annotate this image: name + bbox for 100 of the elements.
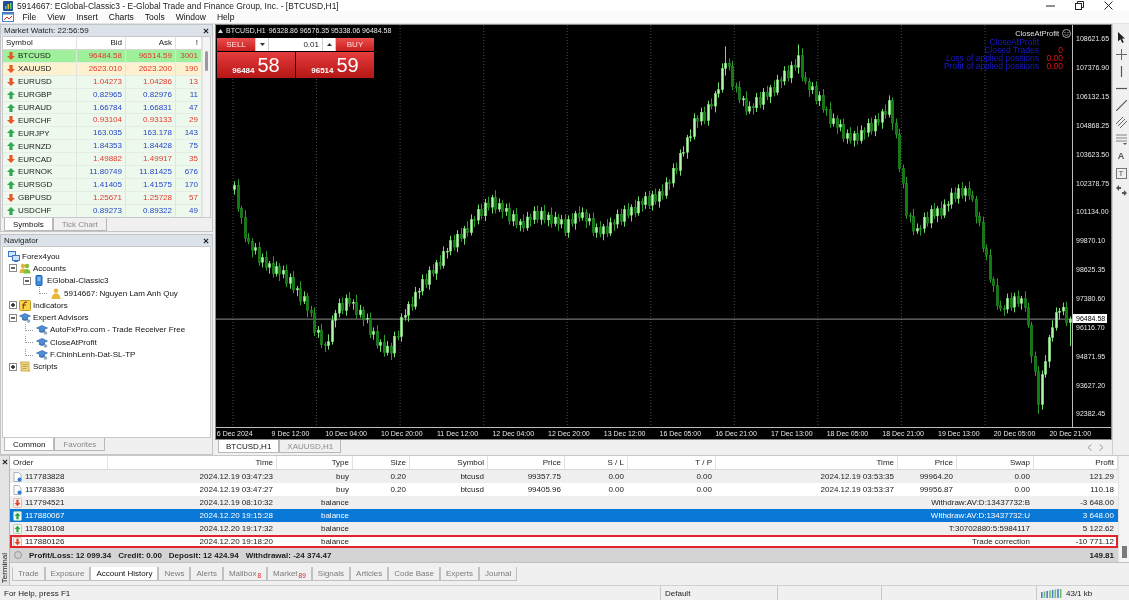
tree-item[interactable]: Forex4you [22, 250, 60, 262]
text-tool[interactable]: A [1115, 151, 1127, 162]
chart-tab[interactable]: BTCUSD,H1 [218, 440, 280, 453]
scrollbar-thumb[interactable] [205, 51, 208, 71]
column-header[interactable]: Symbol [410, 456, 488, 469]
hat-icon [36, 349, 48, 360]
tree-item[interactable]: Accounts [33, 262, 66, 274]
terminal-tab[interactable]: Trade [12, 567, 45, 581]
minus-box-icon[interactable] [9, 264, 17, 273]
scrollbar-track[interactable] [202, 37, 210, 217]
terminal-tab[interactable]: Signals [311, 567, 351, 581]
terminal-tab[interactable]: Experts [439, 567, 479, 581]
lot-size-field[interactable]: 0.01 [269, 38, 322, 51]
menu-item[interactable]: Insert [71, 11, 104, 23]
tree-item[interactable]: EGlobal-Classic3 [47, 275, 109, 287]
monitor-icon [8, 250, 20, 262]
terminal-tab[interactable]: Account History [90, 567, 159, 581]
close-icon[interactable] [203, 237, 209, 244]
tree-item[interactable]: Indicators [33, 299, 68, 311]
table-cell-text: 0.00 [607, 471, 625, 483]
tree-item[interactable]: CloseAtProfit [50, 336, 97, 348]
expert-value: 0 [1058, 45, 1063, 55]
candlestick [473, 216, 476, 228]
plus-box-icon[interactable] [9, 362, 17, 371]
crosshair-icon[interactable] [1115, 49, 1127, 60]
table-row[interactable]: 117783828 2024.12.19 03:47:23 buy 0.20 btcusd 99357.75 0.00 0.00 2024.12.19 03:53:35 99964.20 0.00 121.29 [10, 470, 1118, 483]
trend-line-icon[interactable] [1115, 100, 1127, 111]
sell-price-button[interactable]: 96484 58 [217, 52, 295, 78]
column-header[interactable]: Price [898, 456, 957, 469]
terminal-tab[interactable]: Exposure [44, 567, 91, 581]
menu-item[interactable]: Window [170, 11, 212, 23]
scrollbar-track[interactable] [1118, 456, 1129, 562]
column-header[interactable]: Price [488, 456, 565, 469]
minus-box-icon[interactable] [23, 276, 31, 285]
table-row[interactable]: 117880067 2024.12.20 19:15:28 balance Withdraw:AV:D:13437732:U 3 648.00 [10, 509, 1118, 522]
close-icon[interactable] [1, 459, 8, 465]
terminal-tab[interactable]: News [158, 567, 191, 581]
text-label-tool[interactable]: T [1115, 168, 1127, 179]
minus-box-icon[interactable] [9, 313, 17, 322]
tree-item[interactable]: Scripts [33, 361, 58, 373]
column-header[interactable]: Swap [957, 456, 1034, 469]
tree-item[interactable]: AutoFxPro.com - Trade Receiver Free [50, 324, 186, 336]
table-row[interactable]: 117880108 2024.12.20 19:17:32 balance T:30702880:5:5984117 5 122.62 [10, 522, 1118, 535]
cursor-icon[interactable] [1115, 32, 1127, 43]
tree-item[interactable]: Expert Advisors [33, 312, 89, 324]
menu-item[interactable]: File [17, 11, 42, 23]
column-header[interactable]: S / L [565, 456, 628, 469]
market-row[interactable]: EURNOK 11.80749 11.81425 676 [3, 166, 202, 179]
triangle-icon[interactable] [218, 28, 223, 33]
lot-increase-button[interactable] [322, 38, 336, 51]
panel-tab[interactable]: Common [4, 438, 55, 451]
smiley-icon[interactable] [1062, 28, 1071, 38]
table-cell-text: 0.00 [1013, 471, 1031, 483]
menu-item[interactable]: Charts [103, 11, 140, 23]
terminal-tab[interactable]: Articles [350, 567, 389, 581]
restore-icon[interactable] [1075, 1, 1084, 10]
document-icon [13, 471, 22, 482]
market-row[interactable]: EURCHF 0.93104 0.93133 29 [3, 114, 202, 128]
terminal-tab[interactable]: Alerts [190, 567, 223, 581]
market-row[interactable]: EURJPY 163.035 163.178 143 [3, 127, 202, 141]
menu-item[interactable]: Tools [139, 11, 171, 23]
column-header[interactable]: Size [353, 456, 410, 469]
terminal-tab[interactable]: Journal [479, 567, 518, 581]
column-header[interactable]: Time [716, 456, 898, 469]
candlestick [668, 179, 671, 191]
ask-price: 0.93133 [126, 114, 176, 127]
column-header[interactable]: Ask [126, 37, 176, 49]
table-cell-text: 99405.96 [526, 484, 562, 496]
terminal-tab[interactable]: Code Base [388, 567, 440, 581]
buy-price-button[interactable]: 96514 59 [296, 52, 374, 78]
sell-button[interactable]: SELL [217, 38, 255, 51]
column-header[interactable]: Order [10, 456, 108, 469]
market-row[interactable]: EURNZD 1.84353 1.84428 75 [3, 140, 202, 154]
menu-item[interactable]: Help [211, 11, 240, 23]
lot-decrease-button[interactable] [255, 38, 269, 51]
ask-price: 1.25728 [126, 191, 176, 204]
menu-item[interactable]: View [41, 11, 71, 23]
bid-price: 163.035 [77, 127, 126, 140]
close-icon[interactable] [203, 27, 209, 34]
close-icon[interactable] [1104, 1, 1113, 10]
column-header[interactable]: Type [277, 456, 353, 469]
table-cell-text: 121.29 [1088, 471, 1115, 483]
buy-button[interactable]: BUY [336, 38, 374, 51]
column-header[interactable]: Time [108, 456, 277, 469]
arrows-icon[interactable] [1115, 185, 1127, 196]
panel-tab[interactable]: Symbols [4, 218, 53, 231]
table-row[interactable]: 117794521 2024.12.19 08:10:32 balance Withdraw:AV:D:13437732:B -3 648.00 [10, 496, 1118, 509]
chart-window-icon[interactable] [2, 12, 14, 22]
scrollbar-thumb[interactable] [1121, 546, 1127, 558]
plus-box-icon[interactable] [9, 301, 17, 310]
column-header[interactable]: Symbol [3, 37, 77, 49]
column-header[interactable]: T / P [628, 456, 716, 469]
tree-item[interactable]: F.ChinhLenh-Dat-SL-TP [50, 349, 136, 360]
channel-icon[interactable] [1115, 117, 1127, 128]
minimize-icon[interactable] [1046, 4, 1055, 7]
market-row[interactable]: BTCUSD 96484.58 96514.59 3001 [3, 50, 202, 63]
column-header[interactable]: Bid [77, 37, 126, 49]
market-row[interactable]: EURCAD 1.49882 1.49917 35 [3, 153, 202, 166]
table-row[interactable]: 117880126 2024.12.20 19:18:20 balance Trade correction -10 771.12 [10, 535, 1118, 548]
tree-item[interactable]: 5914667: Nguyen Lam Anh Quy [64, 287, 178, 299]
